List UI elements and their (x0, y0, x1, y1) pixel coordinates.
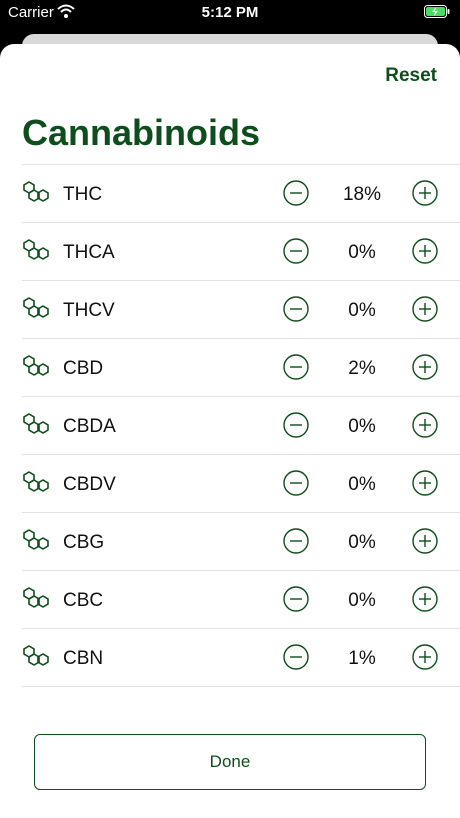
molecule-icon (22, 413, 50, 439)
reset-button[interactable]: Reset (385, 65, 437, 87)
increment-button[interactable] (412, 528, 438, 554)
status-time: 5:12 PM (201, 4, 259, 21)
increment-button[interactable] (412, 180, 438, 206)
minus-circle-icon (283, 412, 309, 438)
cannabinoid-name: CBG (63, 532, 105, 553)
decrement-button[interactable] (283, 354, 309, 380)
decrement-button[interactable] (283, 238, 309, 264)
cannabinoid-list: THC 18% THCA 0% THCV 0% CBD 2% CBDA 0% C… (22, 164, 460, 687)
cannabinoid-row: THCV 0% (22, 281, 460, 339)
increment-button[interactable] (412, 470, 438, 496)
plus-circle-icon (412, 296, 438, 322)
cannabinoid-value: 2% (348, 358, 376, 379)
plus-circle-icon (412, 586, 438, 612)
increment-button[interactable] (412, 412, 438, 438)
cannabinoid-value: 0% (348, 242, 376, 263)
plus-circle-icon (412, 644, 438, 670)
cannabinoid-row: CBN 1% (22, 629, 460, 687)
increment-button[interactable] (412, 586, 438, 612)
status-bar: Carrier 5:12 PM (0, 0, 460, 24)
cannabinoid-name: CBDV (63, 474, 116, 495)
done-button[interactable]: Done (34, 734, 426, 790)
molecule-icon (22, 587, 50, 613)
decrement-button[interactable] (283, 180, 309, 206)
decrement-button[interactable] (283, 586, 309, 612)
minus-circle-icon (283, 296, 309, 322)
decrement-button[interactable] (283, 296, 309, 322)
minus-circle-icon (283, 180, 309, 206)
plus-circle-icon (412, 354, 438, 380)
cannabinoid-name: CBD (63, 358, 104, 379)
cannabinoid-value: 0% (348, 590, 376, 611)
cannabinoid-name: THCV (63, 300, 115, 321)
cannabinoid-name: CBDA (63, 416, 116, 437)
battery-charging-icon (424, 5, 450, 22)
molecule-icon (22, 529, 50, 555)
increment-button[interactable] (412, 644, 438, 670)
molecule-icon (22, 645, 50, 671)
cannabinoid-row: CBC 0% (22, 571, 460, 629)
modal-sheet: Reset Cannabinoids THC 18% THCA 0% THCV … (0, 44, 460, 818)
cannabinoid-row: CBDV 0% (22, 455, 460, 513)
decrement-button[interactable] (283, 412, 309, 438)
cannabinoid-value: 0% (348, 532, 376, 553)
decrement-button[interactable] (283, 470, 309, 496)
cannabinoid-value: 0% (348, 416, 376, 437)
cannabinoid-name: CBC (63, 590, 104, 611)
decrement-button[interactable] (283, 528, 309, 554)
minus-circle-icon (283, 644, 309, 670)
molecule-icon (22, 471, 50, 497)
cannabinoid-name: THCA (63, 242, 115, 263)
increment-button[interactable] (412, 354, 438, 380)
molecule-icon (22, 181, 50, 207)
cannabinoid-name: CBN (63, 648, 104, 669)
decrement-button[interactable] (283, 644, 309, 670)
increment-button[interactable] (412, 296, 438, 322)
minus-circle-icon (283, 528, 309, 554)
cannabinoid-row: CBDA 0% (22, 397, 460, 455)
cannabinoid-value: 18% (342, 184, 382, 205)
cannabinoid-value: 0% (348, 474, 376, 495)
cannabinoid-row: THC 18% (22, 165, 460, 223)
minus-circle-icon (283, 354, 309, 380)
increment-button[interactable] (412, 238, 438, 264)
molecule-icon (22, 239, 50, 265)
molecule-icon (22, 355, 50, 381)
cannabinoid-value: 0% (348, 300, 376, 321)
plus-circle-icon (412, 180, 438, 206)
page-title: Cannabinoids (22, 112, 261, 153)
minus-circle-icon (283, 470, 309, 496)
cannabinoid-row: CBD 2% (22, 339, 460, 397)
plus-circle-icon (412, 238, 438, 264)
cannabinoid-value: 1% (348, 648, 376, 669)
cannabinoid-row: THCA 0% (22, 223, 460, 281)
minus-circle-icon (283, 238, 309, 264)
cannabinoid-name: THC (63, 184, 103, 205)
plus-circle-icon (412, 412, 438, 438)
molecule-icon (22, 297, 50, 323)
minus-circle-icon (283, 586, 309, 612)
plus-circle-icon (412, 528, 438, 554)
plus-circle-icon (412, 470, 438, 496)
cannabinoid-row: CBG 0% (22, 513, 460, 571)
